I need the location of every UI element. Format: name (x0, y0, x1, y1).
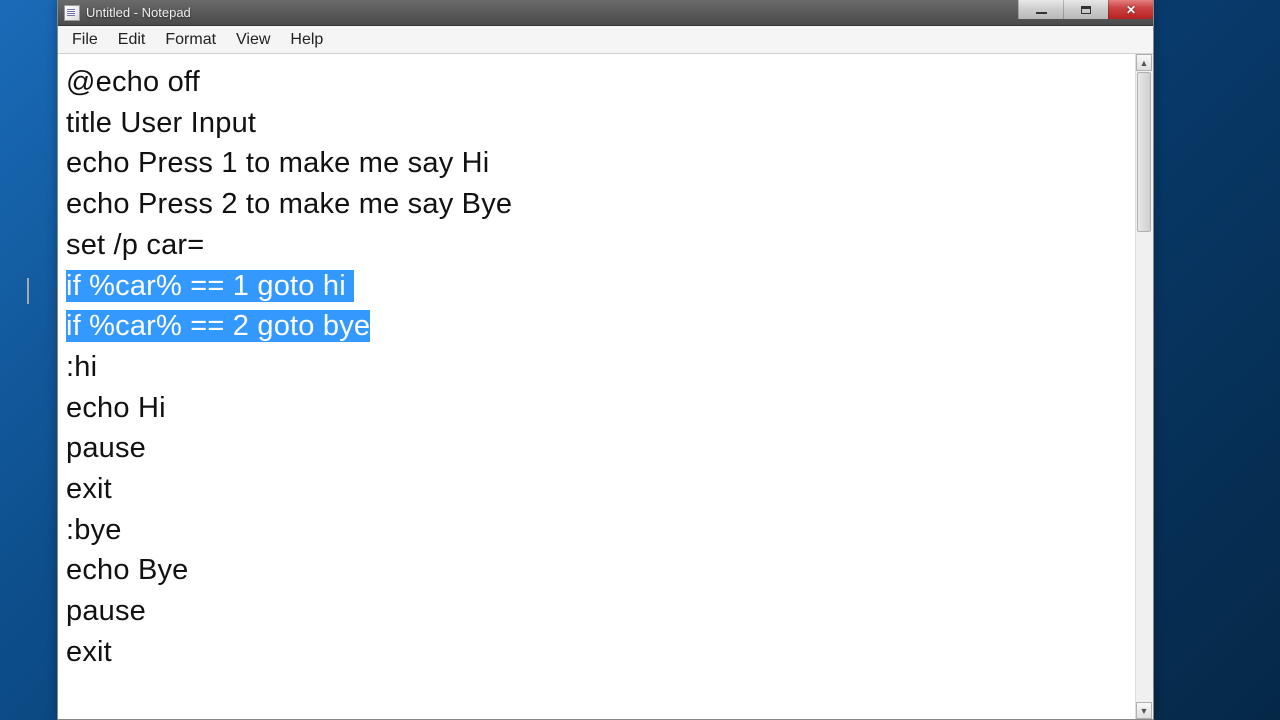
editor-line: echo Press 1 to make me say Hi (66, 143, 1135, 184)
editor-line: :hi (66, 347, 1135, 388)
minimize-button[interactable] (1018, 0, 1063, 19)
editor-line: exit (66, 469, 1135, 510)
minimize-icon (1036, 11, 1047, 14)
scroll-down-button[interactable]: ▼ (1136, 702, 1152, 719)
editor-line: echo Press 2 to make me say Bye (66, 184, 1135, 225)
notepad-window: Untitled - Notepad ✕ File Edit Format Vi… (57, 0, 1154, 720)
scroll-up-button[interactable]: ▲ (1136, 54, 1152, 71)
editor-line: if %car% == 1 goto hi (66, 266, 1135, 307)
menu-format[interactable]: Format (155, 27, 226, 53)
editor-line: pause (66, 591, 1135, 632)
close-button[interactable]: ✕ (1108, 0, 1153, 19)
scrollbar-thumb[interactable] (1137, 72, 1151, 232)
menu-help[interactable]: Help (280, 27, 333, 53)
editor-container: @echo offtitle User Inputecho Press 1 to… (58, 54, 1153, 719)
close-icon: ✕ (1126, 3, 1136, 17)
editor-line: if %car% == 2 goto bye (66, 306, 1135, 347)
editor-line: echo Bye (66, 550, 1135, 591)
menu-file[interactable]: File (62, 27, 108, 53)
window-title: Untitled - Notepad (86, 5, 191, 20)
editor-line: exit (66, 632, 1135, 673)
window-controls: ✕ (1018, 0, 1153, 19)
editor-line: title User Input (66, 103, 1135, 144)
editor-line: echo Hi (66, 388, 1135, 429)
maximize-button[interactable] (1063, 0, 1108, 19)
editor-line: pause (66, 428, 1135, 469)
editor-line: :bye (66, 510, 1135, 551)
menu-view[interactable]: View (226, 27, 280, 53)
titlebar[interactable]: Untitled - Notepad ✕ (58, 0, 1153, 26)
editor-line: @echo off (66, 62, 1135, 103)
menubar: File Edit Format View Help (58, 26, 1153, 54)
menu-edit[interactable]: Edit (108, 27, 156, 53)
maximize-icon (1081, 6, 1091, 14)
selected-text: if %car% == 2 goto bye (66, 310, 370, 342)
notepad-app-icon (64, 5, 80, 21)
vertical-scrollbar[interactable]: ▲ ▼ (1135, 54, 1153, 719)
selected-text: if %car% == 1 goto hi (66, 270, 354, 302)
text-cursor-ibeam (27, 278, 29, 304)
text-editor-area[interactable]: @echo offtitle User Inputecho Press 1 to… (58, 54, 1135, 719)
editor-line: set /p car= (66, 225, 1135, 266)
